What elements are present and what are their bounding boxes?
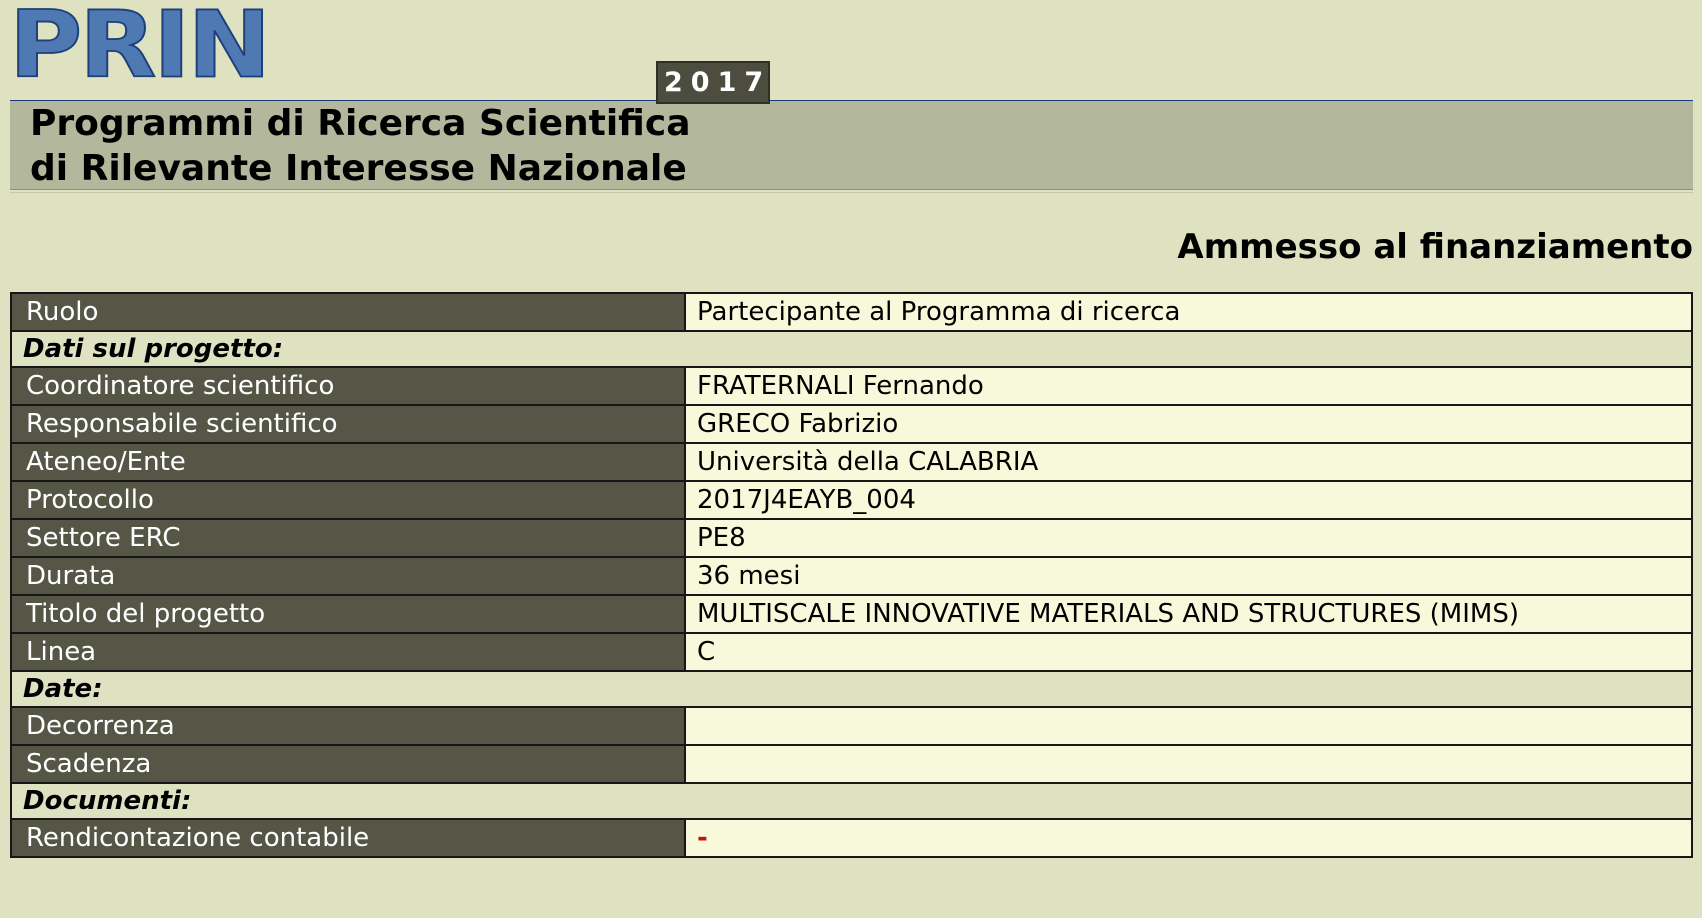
row-value: GRECO Fabrizio	[684, 404, 1693, 444]
prin-logo: PRIN	[8, 0, 272, 99]
section-heading: Documenti:	[10, 782, 1693, 820]
row-value: Università della CALABRIA	[684, 442, 1693, 482]
table-row-ateneo: Ateneo/Ente Università della CALABRIA	[10, 442, 1693, 482]
row-label: Scadenza	[10, 744, 686, 784]
row-value: MULTISCALE INNOVATIVE MATERIALS AND STRU…	[684, 594, 1693, 634]
row-label: Responsabile scientifico	[10, 404, 686, 444]
row-label: Ruolo	[10, 292, 686, 332]
title-line-1: Programmi di Ricerca Scientifica	[30, 103, 691, 144]
row-label: Decorrenza	[10, 706, 686, 746]
row-value	[684, 744, 1693, 784]
table-row-protocollo: Protocollo 2017J4EAYB_004	[10, 480, 1693, 520]
row-value	[684, 706, 1693, 746]
section-heading: Dati sul progetto:	[10, 330, 1693, 368]
project-info-table: Ruolo Partecipante al Programma di ricer…	[10, 292, 1693, 858]
row-label: Durata	[10, 556, 686, 596]
page-title: Programmi di Ricerca Scientifica di Rile…	[30, 101, 690, 191]
section-dati-progetto: Dati sul progetto:	[10, 330, 1693, 368]
title-line-2: di Rilevante Interesse Nazionale	[30, 148, 687, 189]
row-label: Settore ERC	[10, 518, 686, 558]
row-value: C	[684, 632, 1693, 672]
funding-status: Ammesso al finanziamento	[1177, 227, 1693, 267]
table-row-decorrenza: Decorrenza	[10, 706, 1693, 746]
section-date: Date:	[10, 670, 1693, 708]
row-value: PE8	[684, 518, 1693, 558]
row-value: 36 mesi	[684, 556, 1693, 596]
section-heading: Date:	[10, 670, 1693, 708]
row-label: Protocollo	[10, 480, 686, 520]
rendicontazione-link-cell: -	[684, 818, 1693, 858]
row-label: Coordinatore scientifico	[10, 366, 686, 406]
table-row-rendicontazione: Rendicontazione contabile -	[10, 818, 1693, 858]
table-row-settore: Settore ERC PE8	[10, 518, 1693, 558]
table-row-responsabile: Responsabile scientifico GRECO Fabrizio	[10, 404, 1693, 444]
year-badge: 2017	[656, 61, 770, 104]
page: PRIN 2017 Programmi di Ricerca Scientifi…	[0, 0, 1702, 918]
row-label: Linea	[10, 632, 686, 672]
row-value: Partecipante al Programma di ricerca	[684, 292, 1693, 332]
row-label: Ateneo/Ente	[10, 442, 686, 482]
rendicontazione-placeholder[interactable]: -	[697, 823, 708, 853]
row-value: FRATERNALI Fernando	[684, 366, 1693, 406]
table-row-coordinatore: Coordinatore scientifico FRATERNALI Fern…	[10, 366, 1693, 406]
section-documenti: Documenti:	[10, 782, 1693, 820]
table-row-ruolo: Ruolo Partecipante al Programma di ricer…	[10, 292, 1693, 332]
row-label: Rendicontazione contabile	[10, 818, 686, 858]
table-row-scadenza: Scadenza	[10, 744, 1693, 784]
row-value: 2017J4EAYB_004	[684, 480, 1693, 520]
header-divider	[10, 192, 1693, 193]
table-row-titolo: Titolo del progetto MULTISCALE INNOVATIV…	[10, 594, 1693, 634]
row-label: Titolo del progetto	[10, 594, 686, 634]
table-row-durata: Durata 36 mesi	[10, 556, 1693, 596]
table-row-linea: Linea C	[10, 632, 1693, 672]
